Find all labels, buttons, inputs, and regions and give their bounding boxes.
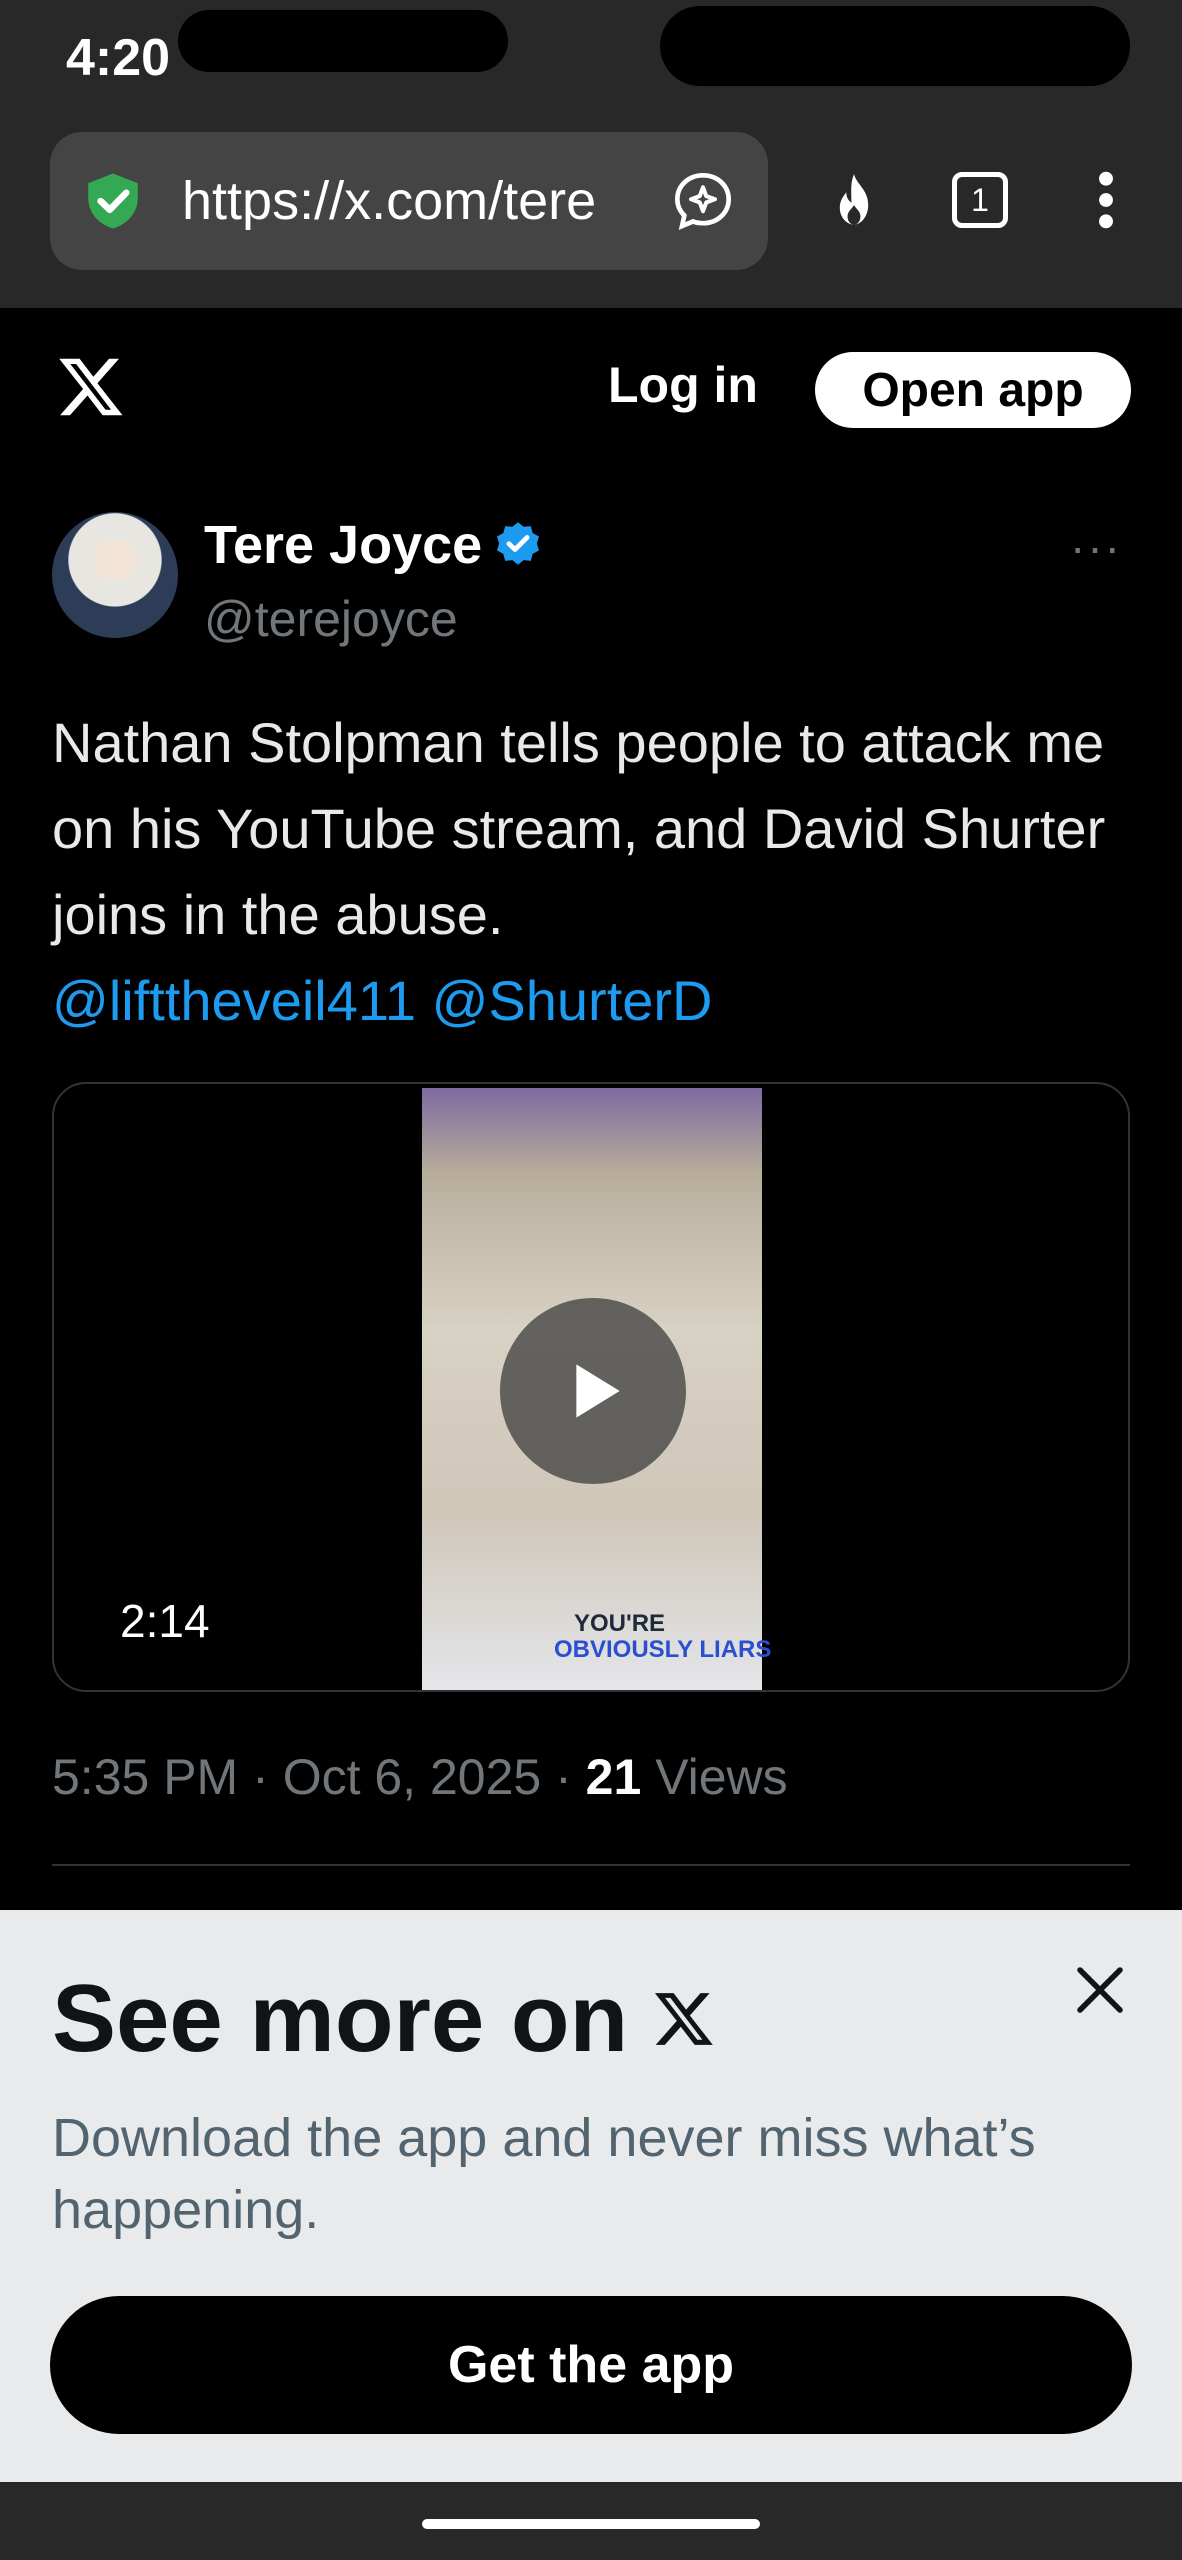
app-promo-sheet: See more on Download the app and never m…: [0, 1910, 1182, 2482]
tweet-date[interactable]: Oct 6, 2025: [283, 1749, 542, 1805]
shield-check-icon[interactable]: [80, 168, 146, 234]
get-app-button[interactable]: Get the app: [50, 2296, 1132, 2434]
caption-bottom: OBVIOUSLY LIARS: [554, 1636, 772, 1663]
close-icon[interactable]: [1070, 1960, 1130, 2020]
avatar[interactable]: [52, 512, 178, 638]
x-logo-icon[interactable]: [56, 352, 126, 422]
author-handle[interactable]: @terejoyce: [204, 590, 458, 648]
video-caption: OBVIOUSLY LIARS: [554, 1636, 771, 1664]
fire-icon: [839, 174, 869, 225]
url-bar[interactable]: https://x.com/tere: [50, 132, 768, 270]
divider: [52, 1864, 1130, 1866]
redacted-area: [660, 6, 1130, 86]
author-name[interactable]: Tere Joyce: [204, 514, 544, 576]
play-icon: [576, 1364, 620, 1418]
views-label: Views: [655, 1749, 788, 1805]
sparkle-chat-icon[interactable]: [668, 166, 738, 236]
fire-button[interactable]: [818, 164, 890, 236]
more-options-icon[interactable]: ···: [1070, 520, 1122, 574]
verified-badge-icon: [497, 522, 540, 565]
redacted-area: [178, 10, 508, 72]
author-name-text[interactable]: Tere Joyce: [204, 514, 482, 576]
tab-count: 1: [971, 181, 989, 218]
menu-button[interactable]: [1070, 164, 1142, 236]
sheet-title-text: See more on: [52, 1965, 629, 2072]
caption-top: YOU'RE: [574, 1610, 666, 1637]
video-duration: 2:14: [120, 1595, 210, 1647]
site-header: Log in Open app: [0, 308, 1182, 468]
video-caption: YOU'RE: [574, 1610, 665, 1638]
tabs-button[interactable]: 1: [944, 164, 1016, 236]
sheet-title: See more on: [52, 1964, 716, 2074]
mention-link[interactable]: @ShurterD: [432, 969, 713, 1032]
views-count: 21: [585, 1749, 642, 1805]
browser-chrome: 4:20 https://x.com/tere 1: [0, 0, 1182, 308]
x-logo-icon: [655, 1993, 713, 2045]
mention-link[interactable]: @lifttheveil411: [52, 969, 416, 1032]
url-text[interactable]: https://x.com/tere: [182, 170, 688, 232]
login-link[interactable]: Log in: [608, 356, 758, 414]
play-button[interactable]: [500, 1298, 686, 1484]
status-time: 4:20: [66, 29, 171, 87]
home-indicator[interactable]: [422, 2519, 760, 2529]
tweet-metadata: 5:35 PM · Oct 6, 2025 · 21 Views: [52, 1748, 788, 1806]
separator: ·: [252, 1749, 269, 1805]
tweet-text: Nathan Stolpman tells people to attack m…: [52, 700, 1142, 1044]
sheet-subtitle: Download the app and never miss what’s h…: [52, 2108, 1036, 2240]
separator: ·: [555, 1749, 572, 1805]
more-vert-icon: [1099, 171, 1113, 229]
tweet-time[interactable]: 5:35 PM: [52, 1749, 238, 1805]
open-app-button[interactable]: Open app: [815, 352, 1131, 428]
tabs-icon: 1: [952, 172, 1008, 228]
video-player[interactable]: YOU'RE OBVIOUSLY LIARS 2:14: [52, 1082, 1130, 1692]
tweet-body: Nathan Stolpman tells people to attack m…: [52, 711, 1106, 946]
